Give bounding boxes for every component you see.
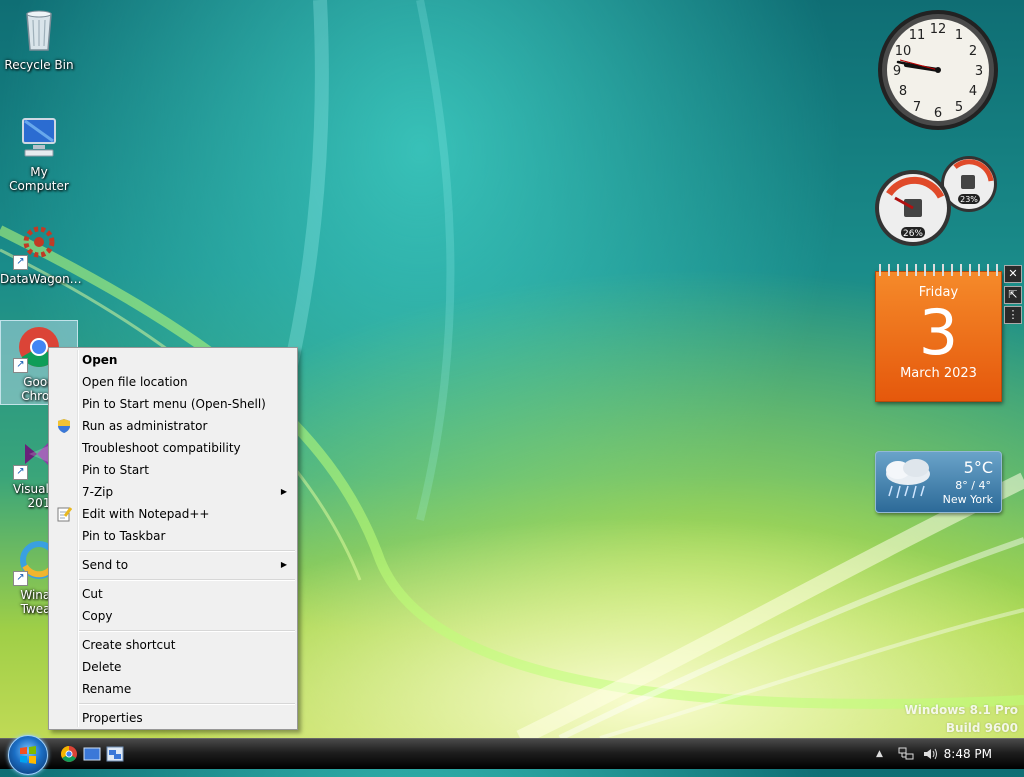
menu-item-run-as-administrator[interactable]: Run as administrator xyxy=(51,415,295,437)
notepad-plus-plus-icon xyxy=(56,506,73,522)
show-hidden-icons-button[interactable]: ▲ xyxy=(876,749,883,759)
menu-item-7-zip[interactable]: 7-Zip ▶ xyxy=(51,481,295,503)
shortcut-arrow-icon: ↗ xyxy=(13,571,28,586)
memory-percent: 23% xyxy=(960,195,978,204)
desktop-icon-label: My Computer xyxy=(9,165,69,193)
clock-numeral: 5 xyxy=(955,100,963,115)
os-watermark-line2: Build 9600 xyxy=(945,721,1018,735)
cpu-meter-gadget[interactable]: 26% 23% xyxy=(875,155,1000,247)
menu-item-troubleshoot-compatibility[interactable]: Troubleshoot compatibility xyxy=(51,437,295,459)
gadget-drag-handle[interactable]: ⋮ xyxy=(1004,306,1022,324)
desktop-icon-label: Recycle Bin xyxy=(4,58,74,72)
volume-icon[interactable] xyxy=(922,747,938,764)
weather-city: New York xyxy=(942,493,993,506)
desktop-icon-label: DataWagon… xyxy=(0,272,82,286)
taskbar-chrome-icon[interactable] xyxy=(60,745,78,763)
clock-numeral: 2 xyxy=(969,44,977,59)
desktop-icon-my-computer[interactable]: My Computer xyxy=(0,113,78,193)
menu-item-edit-with-notepad-plus-plus[interactable]: Edit with Notepad++ xyxy=(51,503,295,525)
clock-numeral: 6 xyxy=(934,106,942,121)
weather-temperature: 5°C xyxy=(963,458,993,477)
clock-numeral: 4 xyxy=(969,84,977,99)
menu-item-pin-to-start[interactable]: Pin to Start xyxy=(51,459,295,481)
gadget-resize-button[interactable]: ⇱ xyxy=(1004,286,1022,304)
desktop-icon-recycle-bin[interactable]: Recycle Bin xyxy=(0,6,78,72)
computer-icon xyxy=(15,113,63,161)
clock-numeral: 1 xyxy=(955,28,963,43)
taskbar-desktop-icon[interactable] xyxy=(83,745,101,763)
menu-item-pin-to-taskbar[interactable]: Pin to Taskbar xyxy=(51,525,295,547)
context-menu: Open Open file location Pin to Start men… xyxy=(48,347,298,730)
gadget-close-button[interactable]: ✕ xyxy=(1004,265,1022,283)
network-icon[interactable] xyxy=(898,747,914,764)
menu-item-properties[interactable]: Properties xyxy=(51,707,295,729)
windows-logo-icon xyxy=(20,746,36,764)
menu-item-copy[interactable]: Copy xyxy=(51,605,295,627)
datawagon-icon: ↗ xyxy=(13,220,63,270)
clock-numeral: 9 xyxy=(893,64,901,79)
menu-separator xyxy=(79,579,295,581)
calendar-day: 3 xyxy=(918,296,959,369)
recycle-bin-icon xyxy=(15,6,63,54)
weather-range: 8° / 4° xyxy=(955,479,991,492)
rain-cloud-icon xyxy=(880,456,938,513)
taskbar: ▲ 8:48 PM xyxy=(0,735,1024,775)
calendar-gadget[interactable]: Friday 3 March 2023 xyxy=(875,264,1002,402)
shortcut-arrow-icon: ↗ xyxy=(13,358,28,373)
clock-numeral: 8 xyxy=(899,84,907,99)
desktop-icon-datawagon[interactable]: ↗ DataWagon… xyxy=(0,220,82,286)
taskbar-clock[interactable]: 8:48 PM xyxy=(944,747,992,761)
menu-item-pin-to-start-menu[interactable]: Pin to Start menu (Open-Shell) xyxy=(51,393,295,415)
taskbar-explorer-icon[interactable] xyxy=(106,745,124,763)
calendar-month-year: March 2023 xyxy=(900,366,977,381)
clock-numeral: 10 xyxy=(895,44,912,59)
menu-item-open[interactable]: Open xyxy=(51,349,295,371)
menu-item-rename[interactable]: Rename xyxy=(51,678,295,700)
menu-item-delete[interactable]: Delete xyxy=(51,656,295,678)
menu-item-cut[interactable]: Cut xyxy=(51,583,295,605)
clock-numeral: 12 xyxy=(930,22,947,37)
clock-numeral: 11 xyxy=(909,28,926,43)
clock-gadget[interactable]: 12 1 2 3 4 5 6 7 8 9 10 11 xyxy=(876,8,1000,132)
calendar-binding-rings xyxy=(876,264,1001,276)
submenu-arrow-icon: ▶ xyxy=(280,487,287,496)
shortcut-arrow-icon: ↗ xyxy=(13,255,28,270)
start-button[interactable] xyxy=(8,735,48,775)
weather-gadget[interactable]: 5°C 8° / 4° New York xyxy=(875,451,1002,513)
menu-item-create-shortcut[interactable]: Create shortcut xyxy=(51,634,295,656)
menu-item-send-to[interactable]: Send to ▶ xyxy=(51,554,295,576)
cpu-percent: 26% xyxy=(903,229,923,239)
submenu-arrow-icon: ▶ xyxy=(280,560,287,569)
uac-shield-icon xyxy=(56,418,72,434)
clock-numeral: 3 xyxy=(975,64,983,79)
menu-item-open-file-location[interactable]: Open file location xyxy=(51,371,295,393)
menu-separator xyxy=(79,550,295,552)
menu-separator xyxy=(79,630,295,632)
menu-separator xyxy=(79,703,295,705)
shortcut-arrow-icon: ↗ xyxy=(13,465,28,480)
memory-chip-icon xyxy=(961,175,975,189)
os-watermark-line1: Windows 8.1 Pro xyxy=(904,703,1018,717)
clock-numeral: 7 xyxy=(913,100,921,115)
